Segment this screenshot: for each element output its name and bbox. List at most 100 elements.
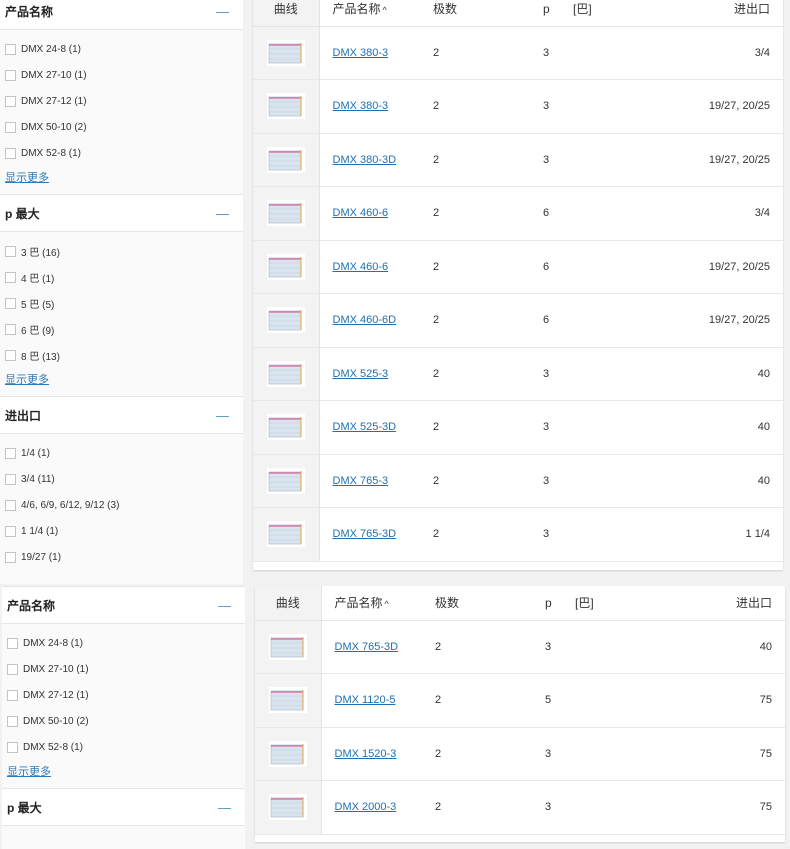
filter-option[interactable]: DMX 52-8 (1) bbox=[5, 140, 243, 166]
pump-curve-thumbnail-icon[interactable] bbox=[266, 93, 305, 120]
filter-checkbox[interactable] bbox=[5, 473, 16, 485]
filter-option[interactable]: DMX 50-10 (2) bbox=[5, 114, 243, 140]
collapse-minus-icon[interactable]: — bbox=[216, 4, 229, 19]
pump-curve-thumbnail-icon[interactable] bbox=[266, 253, 305, 280]
product-link[interactable]: DMX 1120-5 bbox=[335, 694, 396, 706]
filter-checkbox[interactable] bbox=[5, 447, 16, 459]
filter-option[interactable]: 5 巴 (5) bbox=[5, 290, 243, 316]
filter-checkbox[interactable] bbox=[5, 245, 16, 257]
pump-curve-thumbnail-icon[interactable] bbox=[266, 307, 305, 334]
filter-option[interactable]: DMX 24-8 (1) bbox=[7, 630, 245, 656]
filter-option[interactable]: DMX 27-12 (1) bbox=[7, 682, 245, 708]
filter-checkbox[interactable] bbox=[5, 147, 16, 159]
product-link[interactable]: DMX 380-3D bbox=[333, 154, 397, 166]
filter-group-header[interactable]: 进出口 — bbox=[0, 396, 243, 434]
product-link[interactable]: DMX 380-3 bbox=[333, 47, 389, 59]
pump-curve-thumbnail-icon[interactable] bbox=[266, 360, 305, 387]
collapse-minus-icon[interactable]: — bbox=[216, 408, 229, 423]
column-header-poles[interactable]: 极数 bbox=[427, 0, 537, 27]
column-header-product-name[interactable]: 产品名称 ^ bbox=[319, 0, 427, 27]
pump-curve-thumbnail-icon[interactable] bbox=[268, 687, 307, 714]
product-link[interactable]: DMX 525-3 bbox=[333, 368, 389, 380]
column-header-p[interactable]: p bbox=[539, 586, 569, 621]
product-link[interactable]: DMX 1520-3 bbox=[335, 748, 397, 760]
pump-curve-thumbnail-icon[interactable] bbox=[268, 794, 307, 821]
product-link[interactable]: DMX 765-3D bbox=[335, 641, 399, 653]
filter-option[interactable]: DMX 27-12 (1) bbox=[5, 88, 243, 114]
filter-option[interactable]: 3/4 (11) bbox=[5, 466, 243, 492]
filter-group-header[interactable]: p 最大 — bbox=[0, 194, 243, 232]
pump-curve-thumbnail-icon[interactable] bbox=[266, 200, 305, 227]
filter-checkbox[interactable] bbox=[7, 637, 18, 649]
bottom-product-table-panel: 曲线 产品名称 ^ 极数 p [巴] 进出口 DMX 765-3D 2 3 40 DMX 1120-5… bbox=[255, 586, 785, 842]
pump-curve-thumbnail-icon[interactable] bbox=[268, 740, 307, 767]
pump-curve-thumbnail-icon[interactable] bbox=[266, 521, 305, 548]
filter-option[interactable]: 3 巴 (16) bbox=[5, 238, 243, 264]
filter-option[interactable]: 8 巴 (13) bbox=[5, 342, 243, 368]
filter-checkbox[interactable] bbox=[5, 525, 16, 537]
pump-curve-thumbnail-icon[interactable] bbox=[266, 467, 305, 494]
product-link[interactable]: DMX 460-6 bbox=[333, 261, 389, 273]
filter-option[interactable]: 4/6, 6/9, 6/12, 9/12 (3) bbox=[5, 492, 243, 518]
table-row: DMX 460-6 2 6 3/4 bbox=[253, 186, 783, 241]
filter-option[interactable]: DMX 52-8 (1) bbox=[7, 734, 245, 760]
show-more-link[interactable]: 显示更多 bbox=[7, 762, 245, 782]
bar-cell bbox=[567, 186, 657, 241]
product-link[interactable]: DMX 525-3D bbox=[333, 421, 397, 433]
product-link[interactable]: DMX 765-3D bbox=[333, 528, 397, 540]
filter-checkbox[interactable] bbox=[5, 95, 16, 107]
pump-curve-thumbnail-icon[interactable] bbox=[266, 414, 305, 441]
filter-option[interactable]: DMX 24-8 (1) bbox=[5, 36, 243, 62]
filter-option[interactable]: 6 巴 (9) bbox=[5, 316, 243, 342]
column-header-product-name[interactable]: 产品名称 ^ bbox=[321, 586, 429, 621]
column-header-port[interactable]: 进出口 bbox=[657, 0, 783, 27]
pump-curve-thumbnail-icon[interactable] bbox=[266, 146, 305, 173]
product-name-cell: DMX 765-3 bbox=[319, 454, 427, 508]
filter-option[interactable]: 1/4 (1) bbox=[5, 440, 243, 466]
product-link[interactable]: DMX 460-6 bbox=[333, 207, 389, 219]
filter-option[interactable]: DMX 27-10 (1) bbox=[5, 62, 243, 88]
filter-checkbox[interactable] bbox=[7, 715, 18, 727]
filter-group-header[interactable]: p 最大 — bbox=[2, 788, 245, 826]
sort-ascending-icon[interactable]: ^ bbox=[383, 5, 387, 15]
filter-checkbox[interactable] bbox=[7, 689, 18, 701]
filter-checkbox[interactable] bbox=[5, 499, 16, 511]
column-header-port[interactable]: 进出口 bbox=[659, 586, 785, 621]
filter-checkbox[interactable] bbox=[5, 121, 16, 133]
pump-curve-thumbnail-icon[interactable] bbox=[268, 633, 307, 660]
filter-option-label: DMX 27-10 (1) bbox=[23, 663, 89, 675]
column-header-p[interactable]: p bbox=[537, 0, 567, 27]
show-more-link[interactable]: 显示更多 bbox=[5, 370, 243, 390]
filter-option[interactable]: 4 巴 (1) bbox=[5, 264, 243, 290]
filter-checkbox[interactable] bbox=[5, 69, 16, 81]
product-link[interactable]: DMX 765-3 bbox=[333, 475, 389, 487]
sort-ascending-icon[interactable]: ^ bbox=[385, 599, 389, 609]
product-link[interactable]: DMX 460-6D bbox=[333, 314, 397, 326]
port-cell: 1 1/4 bbox=[657, 507, 783, 562]
filter-option[interactable]: DMX 27-10 (1) bbox=[7, 656, 245, 682]
filter-checkbox[interactable] bbox=[5, 323, 16, 335]
filter-option[interactable]: 19/27 (1) bbox=[5, 544, 243, 570]
filter-checkbox[interactable] bbox=[5, 297, 16, 309]
pump-curve-thumbnail-icon[interactable] bbox=[266, 39, 305, 66]
product-name-cell: DMX 1520-3 bbox=[321, 727, 429, 781]
column-header-bar-unit: [巴] bbox=[569, 586, 659, 621]
filter-checkbox[interactable] bbox=[5, 43, 16, 55]
product-link[interactable]: DMX 380-3 bbox=[333, 100, 389, 112]
column-header-poles[interactable]: 极数 bbox=[429, 586, 539, 621]
filter-group-header[interactable]: 产品名称 — bbox=[2, 586, 245, 624]
filter-checkbox[interactable] bbox=[5, 551, 16, 563]
filter-checkbox[interactable] bbox=[5, 271, 16, 283]
filter-checkbox[interactable] bbox=[7, 663, 18, 675]
collapse-minus-icon[interactable]: — bbox=[216, 206, 229, 221]
product-link[interactable]: DMX 2000-3 bbox=[335, 801, 397, 813]
filter-group-header[interactable]: 产品名称 — bbox=[0, 0, 243, 30]
collapse-minus-icon[interactable]: — bbox=[218, 598, 231, 613]
port-cell: 19/27, 20/25 bbox=[657, 79, 783, 134]
filter-option[interactable]: 1 1/4 (1) bbox=[5, 518, 243, 544]
show-more-link[interactable]: 显示更多 bbox=[5, 168, 243, 188]
collapse-minus-icon[interactable]: — bbox=[218, 800, 231, 815]
filter-checkbox[interactable] bbox=[5, 349, 16, 361]
filter-option[interactable]: DMX 50-10 (2) bbox=[7, 708, 245, 734]
filter-checkbox[interactable] bbox=[7, 741, 18, 753]
